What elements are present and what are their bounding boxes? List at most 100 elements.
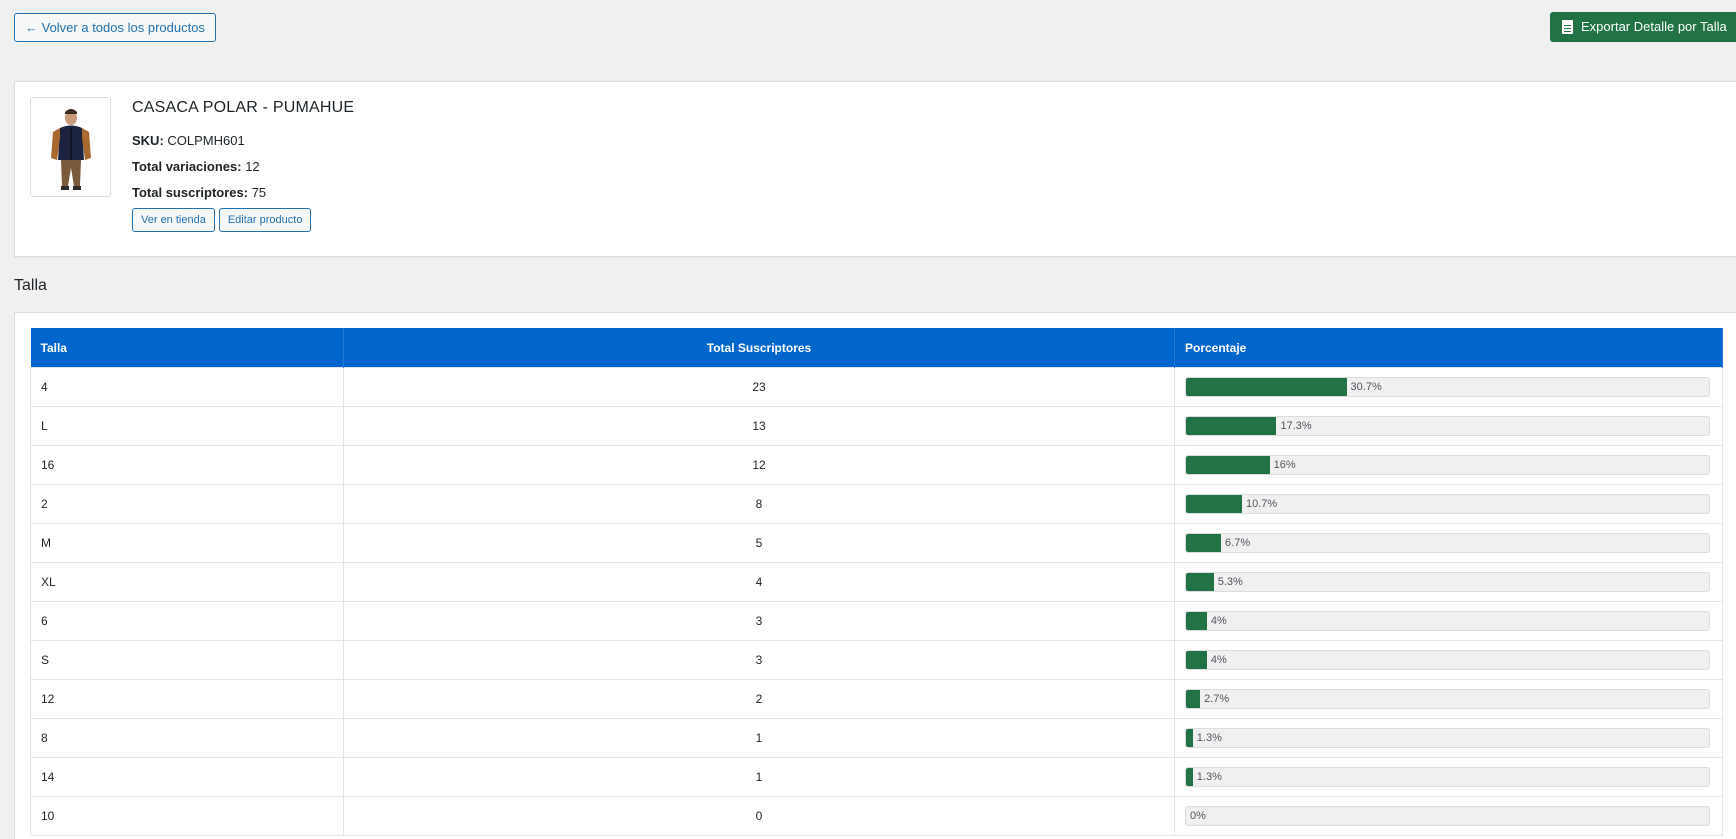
table-row: 16 12 16% bbox=[30, 445, 1723, 485]
section-title: Talla bbox=[14, 277, 47, 294]
total-subscribers-cell: 1 bbox=[343, 718, 1175, 758]
percent-bar-fill bbox=[1186, 378, 1347, 396]
total-subscribers-cell: 2 bbox=[343, 679, 1175, 719]
product-actions: Ver en tienda Editar producto bbox=[132, 208, 354, 232]
percent-cell: 6.7% bbox=[1174, 523, 1723, 563]
table-row: 8 1 1.3% bbox=[30, 718, 1723, 758]
percent-bar-track: 17.3% bbox=[1185, 416, 1710, 436]
size-cell: 2 bbox=[30, 484, 344, 524]
product-title: CASACA POLAR - PUMAHUE bbox=[132, 99, 355, 116]
edit-product-button[interactable]: Editar producto bbox=[218, 208, 312, 232]
total-subscribers-cell: 3 bbox=[343, 601, 1175, 641]
percent-bar-fill bbox=[1186, 612, 1207, 630]
sku-label: SKU: bbox=[132, 133, 164, 148]
percent-cell: 1.3% bbox=[1174, 757, 1723, 797]
total-subscribers-cell: 23 bbox=[343, 367, 1175, 407]
product-image bbox=[31, 98, 110, 196]
table-row: 6 3 4% bbox=[30, 601, 1723, 641]
total-subscribers-cell: 3 bbox=[343, 640, 1175, 680]
back-to-products-button[interactable]: ← Volver a todos los productos bbox=[14, 13, 216, 42]
size-cell: S bbox=[30, 640, 344, 680]
percent-bar-track: 0% bbox=[1185, 806, 1710, 826]
view-in-store-button[interactable]: Ver en tienda bbox=[132, 208, 215, 232]
table-header-row: Talla Total Suscriptores Porcentaje bbox=[30, 328, 1723, 368]
percent-cell: 4% bbox=[1174, 601, 1723, 641]
percent-bar-fill bbox=[1186, 456, 1270, 474]
percent-cell: 4% bbox=[1174, 640, 1723, 680]
percent-cell: 2.7% bbox=[1174, 679, 1723, 719]
percent-label: 30.7% bbox=[1350, 381, 1382, 393]
total-subscribers-cell: 4 bbox=[343, 562, 1175, 602]
subscribers-label: Total suscriptores: bbox=[132, 185, 249, 200]
table-row: M 5 6.7% bbox=[30, 523, 1723, 563]
product-thumbnail[interactable] bbox=[30, 97, 111, 197]
percent-bar-track: 1.3% bbox=[1185, 767, 1710, 787]
percent-label: 5.3% bbox=[1217, 576, 1243, 588]
percent-label: 6.7% bbox=[1225, 537, 1251, 549]
percent-label: 16% bbox=[1273, 459, 1296, 471]
table-row: 12 2 2.7% bbox=[30, 679, 1723, 719]
percent-cell: 16% bbox=[1174, 445, 1723, 485]
percent-label: 1.3% bbox=[1196, 732, 1222, 744]
size-cell: 10 bbox=[30, 796, 344, 836]
subscribers-value: 75 bbox=[251, 185, 267, 200]
percent-cell: 1.3% bbox=[1174, 718, 1723, 758]
size-cell: 12 bbox=[30, 679, 344, 719]
percent-label: 17.3% bbox=[1280, 420, 1312, 432]
percent-label: 2.7% bbox=[1204, 693, 1230, 705]
percent-label: 10.7% bbox=[1245, 498, 1278, 510]
percent-bar-fill bbox=[1186, 573, 1214, 591]
total-subscribers-cell: 12 bbox=[343, 445, 1175, 485]
percent-bar-fill bbox=[1186, 768, 1193, 786]
percent-bar-fill bbox=[1186, 729, 1193, 747]
percent-bar-track: 6.7% bbox=[1185, 533, 1710, 553]
size-table: Talla Total Suscriptores Porcentaje 4 23 3… bbox=[30, 328, 1723, 836]
total-subscribers-cell: 0 bbox=[343, 796, 1175, 836]
size-cell: 6 bbox=[30, 601, 344, 641]
column-header-total: Total Suscriptores bbox=[343, 328, 1175, 368]
table-row: 2 8 10.7% bbox=[30, 484, 1723, 524]
size-cell: 4 bbox=[30, 367, 344, 407]
table-row: L 13 17.3% bbox=[30, 406, 1723, 446]
table-row: 10 0 0% bbox=[30, 796, 1723, 836]
percent-label: 0% bbox=[1190, 810, 1206, 822]
percent-bar-fill bbox=[1186, 534, 1222, 552]
percent-bar-track: 1.3% bbox=[1185, 728, 1710, 748]
percent-bar-track: 30.7% bbox=[1185, 377, 1710, 397]
total-subscribers-cell: 1 bbox=[343, 757, 1175, 797]
percent-cell: 5.3% bbox=[1174, 562, 1723, 602]
percent-bar-track: 16% bbox=[1185, 455, 1710, 475]
size-cell: M bbox=[30, 523, 344, 563]
percent-bar-fill bbox=[1186, 690, 1201, 708]
percent-cell: 30.7% bbox=[1174, 367, 1723, 407]
size-cell: 14 bbox=[30, 757, 344, 797]
percent-cell: 0% bbox=[1174, 796, 1723, 836]
export-detail-button[interactable]: Exportar Detalle por Talla bbox=[1550, 12, 1736, 42]
percent-bar-fill bbox=[1186, 495, 1242, 513]
sku-value: COLPMH601 bbox=[167, 133, 245, 148]
export-detail-label: Exportar Detalle por Talla bbox=[1581, 19, 1727, 34]
document-icon bbox=[1562, 20, 1573, 34]
percent-bar-fill bbox=[1186, 651, 1207, 669]
table-body: 4 23 30.7% L 13 17.3% 16 12 16% 2 8 10.7% M 5 6.7% XL 4 5… bbox=[30, 367, 1723, 836]
table-row: 14 1 1.3% bbox=[30, 757, 1723, 797]
subscribers-line: Total suscriptores: 75 bbox=[132, 184, 354, 201]
percent-label: 4% bbox=[1210, 654, 1227, 666]
total-subscribers-cell: 13 bbox=[343, 406, 1175, 446]
size-cell: 16 bbox=[30, 445, 344, 485]
total-subscribers-cell: 5 bbox=[343, 523, 1175, 563]
size-table-card: Talla Total Suscriptores Porcentaje 4 23 3… bbox=[14, 312, 1736, 839]
variations-label: Total variaciones: bbox=[132, 159, 242, 174]
percent-bar-track: 4% bbox=[1185, 611, 1710, 631]
size-cell: XL bbox=[30, 562, 344, 602]
size-cell: L bbox=[30, 406, 344, 446]
table-row: S 3 4% bbox=[30, 640, 1723, 680]
percent-bar-fill bbox=[1186, 417, 1277, 435]
percent-bar-track: 10.7% bbox=[1185, 494, 1710, 514]
total-subscribers-cell: 8 bbox=[343, 484, 1175, 524]
product-info: CASACA POLAR - PUMAHUE SKU: COLPMH601 To… bbox=[132, 98, 354, 232]
table-row: 4 23 30.7% bbox=[30, 367, 1723, 407]
size-cell: 8 bbox=[30, 718, 344, 758]
percent-label: 1.3% bbox=[1196, 771, 1222, 783]
variations-line: Total variaciones: 12 bbox=[132, 158, 354, 175]
